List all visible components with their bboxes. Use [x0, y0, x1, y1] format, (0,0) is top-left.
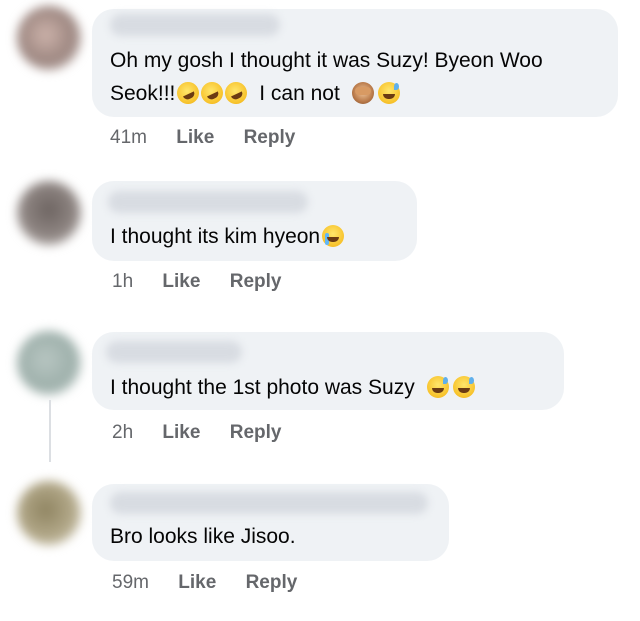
see-no-evil-monkey-emoji-icon: [351, 82, 374, 104]
comment-text-segment: I thought the 1st photo was Suzy: [110, 376, 415, 399]
grinning-sweat-emoji-icon: [452, 376, 475, 398]
comment-actions: 59m Like Reply: [112, 572, 297, 594]
commenter-avatar[interactable]: [17, 331, 81, 395]
grinning-sweat-emoji-icon: [426, 376, 449, 398]
commenter-name[interactable]: [106, 341, 242, 363]
comment-actions: 41m Like Reply: [110, 127, 295, 149]
comment-text-segment: Seok!!!: [110, 82, 176, 105]
comment-text-segment: I can not: [259, 82, 340, 105]
rolling-on-floor-laughing-emoji-icon: [221, 78, 251, 108]
like-button[interactable]: Like: [176, 127, 214, 149]
comment-timestamp[interactable]: 1h: [112, 271, 133, 293]
commenter-avatar[interactable]: [17, 6, 81, 70]
commenter-name[interactable]: [110, 14, 280, 36]
like-button[interactable]: Like: [162, 422, 200, 444]
rolling-on-floor-laughing-emoji-icon: [173, 78, 203, 108]
reply-button[interactable]: Reply: [230, 271, 282, 293]
comment-text-line: Seok!!! I can not: [110, 77, 400, 110]
comment-text-line: Bro looks like Jisoo.: [110, 525, 296, 548]
commenter-avatar[interactable]: [17, 481, 81, 545]
reply-button[interactable]: Reply: [230, 422, 282, 444]
grinning-sweat-emoji-icon: [377, 82, 400, 104]
comment-text-line: I thought its kim hyeon: [110, 220, 345, 253]
comment-text-line: I thought the 1st photo was Suzy: [110, 371, 475, 404]
commenter-avatar[interactable]: [17, 181, 81, 245]
commenter-name[interactable]: [108, 191, 308, 213]
loudly-crying-emoji-icon: [322, 225, 345, 247]
comment-actions: 1h Like Reply: [112, 271, 281, 293]
comment-timestamp[interactable]: 41m: [110, 127, 147, 149]
like-button[interactable]: Like: [178, 572, 216, 594]
rolling-on-floor-laughing-emoji-icon: [197, 78, 227, 108]
reply-button[interactable]: Reply: [244, 127, 296, 149]
comment-timestamp[interactable]: 59m: [112, 572, 149, 594]
comment-text-segment: I thought its kim hyeon: [110, 225, 321, 248]
thread-connector-line: [49, 400, 51, 462]
like-button[interactable]: Like: [162, 271, 200, 293]
comment-timestamp[interactable]: 2h: [112, 422, 133, 444]
comment-actions: 2h Like Reply: [112, 422, 281, 444]
commenter-name[interactable]: [110, 492, 428, 514]
reply-button[interactable]: Reply: [246, 572, 298, 594]
comment-text-line: Oh my gosh I thought it was Suzy! Byeon …: [110, 49, 543, 72]
